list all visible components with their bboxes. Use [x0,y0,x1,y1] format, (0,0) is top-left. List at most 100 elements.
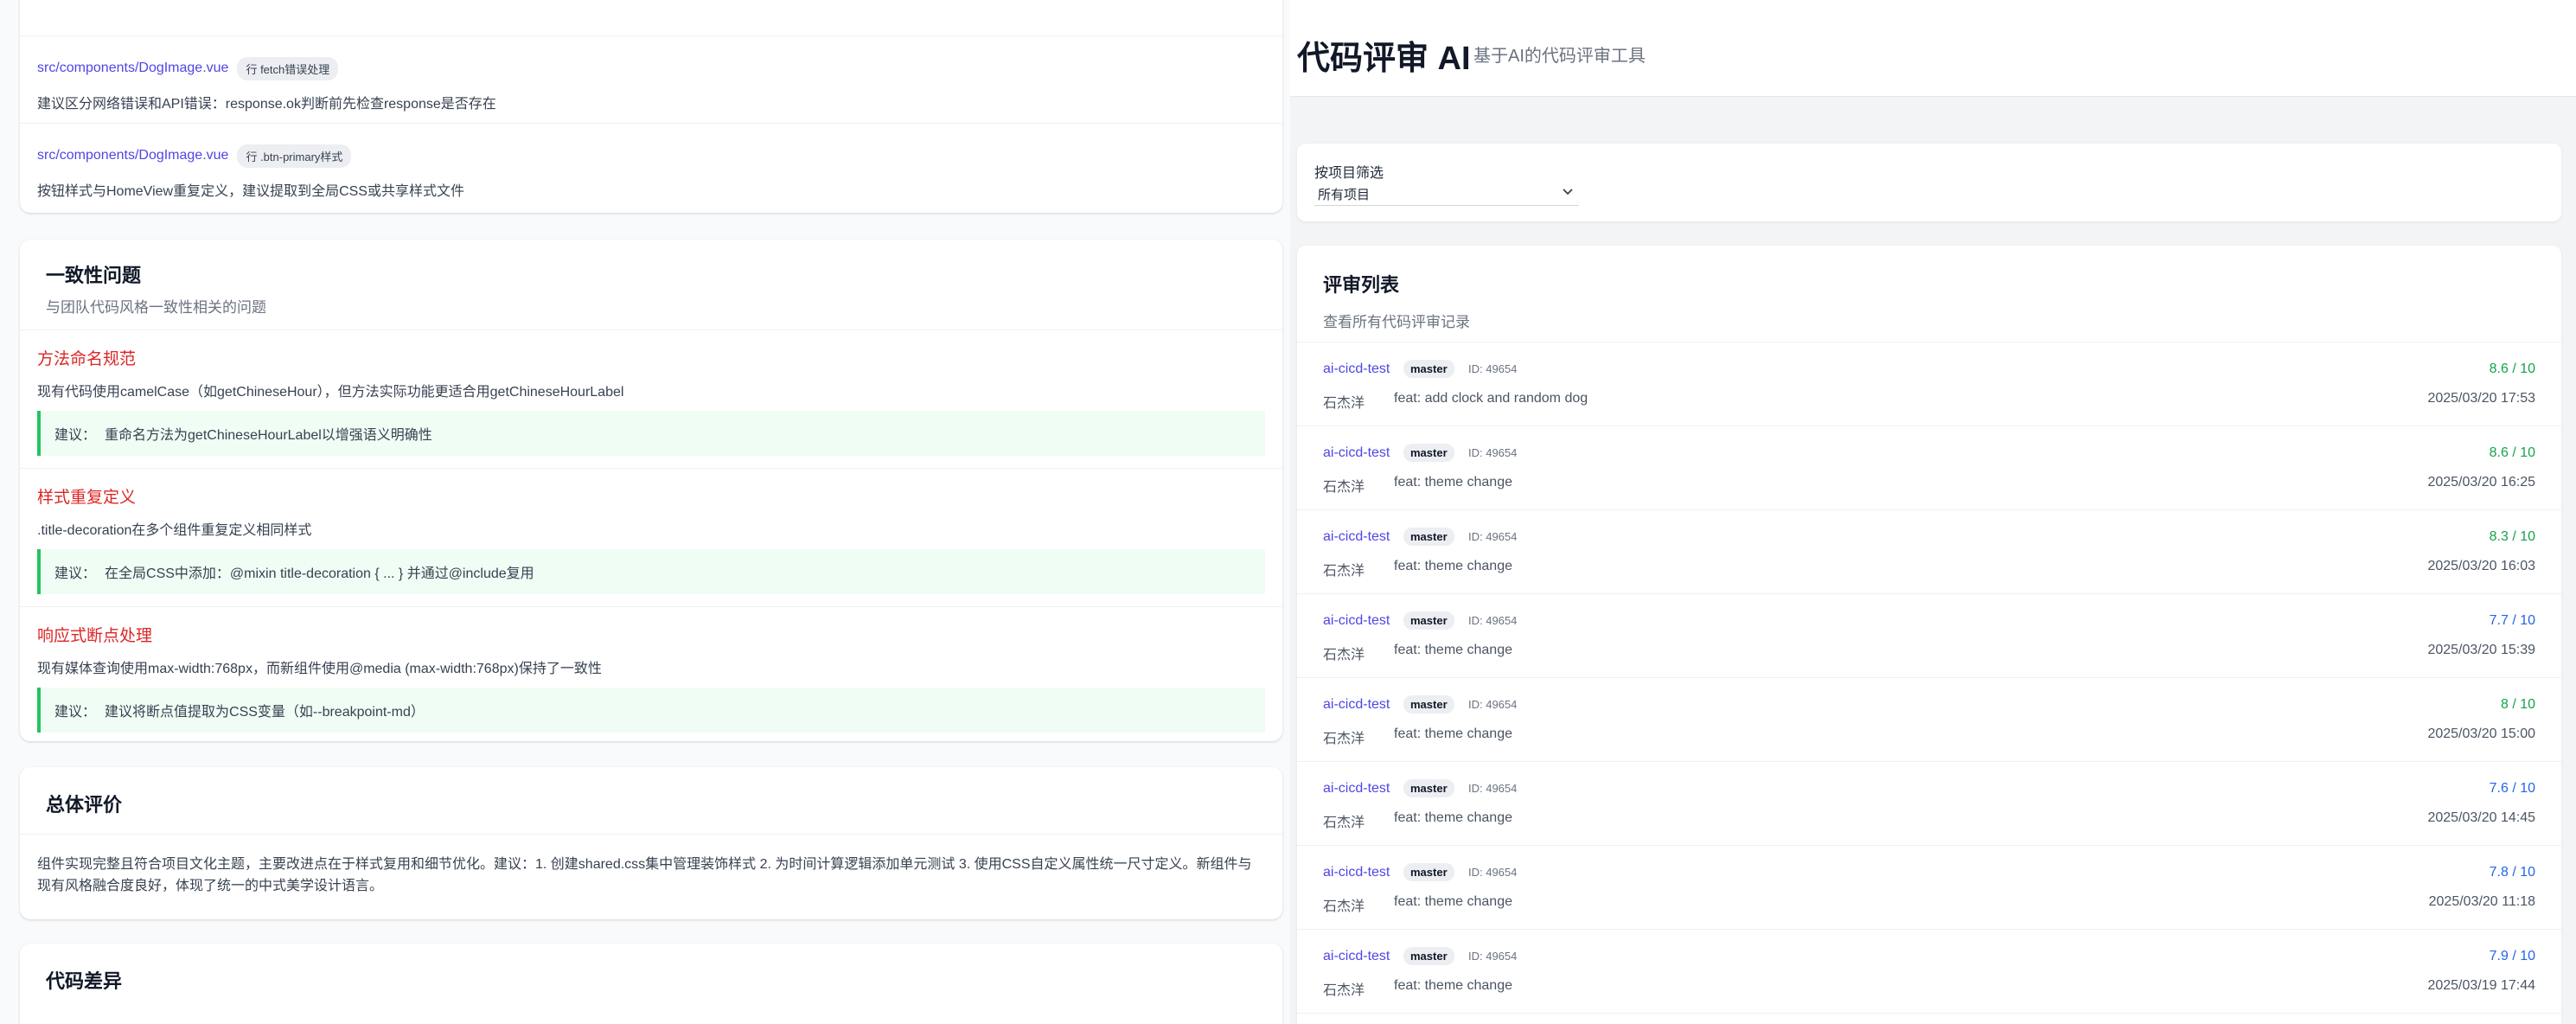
review-project-link[interactable]: ai-cicd-test [1323,949,1390,964]
issue-title: 样式重复定义 [37,489,137,507]
review-id: ID: 49654 [1468,614,1518,627]
review-author: 石杰洋 [1323,983,1365,998]
review-date: 2025/03/20 15:00 [2427,726,2535,741]
review-date: 2025/03/19 17:44 [2427,978,2535,993]
branch-badge: master [1403,947,1454,965]
review-score: 8.6 / 10 [2489,362,2535,376]
review-row[interactable]: ai-cicd-test master ID: 49654 7.9 / 10 石杰洋 fe… [1297,930,2561,1014]
review-project-link[interactable]: ai-cicd-test [1323,529,1390,545]
commit-message: feat: theme change [1394,978,1512,993]
cut-off-issue-row [20,0,1282,36]
review-row[interactable]: ai-cicd-test master ID: 49654 7.7 / 10 石杰洋 fe… [1297,594,2561,678]
chevron-down-icon [1562,185,1574,202]
review-row[interactable]: ai-cicd-test master ID: 49654 7.8 / 10 石杰洋 fe… [1297,846,2561,930]
review-date: 2025/03/20 16:25 [2427,475,2535,490]
consistency-item: 方法命名规范 现有代码使用camelCase（如getChineseHour），… [20,330,1282,469]
review-date: 2025/03/20 14:45 [2427,810,2535,825]
issue-description: 现有代码使用camelCase（如getChineseHour），但方法实际功能… [37,385,624,400]
review-row[interactable]: ai-cicd-test master ID: 49654 8 / 10 石杰洋 feat… [1297,678,2561,762]
filter-selected-value: 所有项目 [1318,188,1371,202]
card-subtitle: 与团队代码风格一致性相关的问题 [46,299,266,316]
card-title: 代码差异 [46,970,123,992]
commit-message: feat: theme change [1394,726,1512,741]
review-date: 2025/03/20 15:39 [2427,643,2535,657]
issue-title: 响应式断点处理 [37,627,153,645]
review-row[interactable]: ai-cicd-test master ID: 49654 8.3 / 10 石杰洋 fe… [1297,510,2561,594]
filter-card: 按项目筛选 所有项目 [1297,144,2561,221]
review-list: ai-cicd-test master ID: 49654 8.6 / 10 石杰洋 fe… [1297,342,2561,1014]
suggestion-box: 建议： 建议将断点值提取为CSS变量（如--breakpoint-md） [37,688,1265,733]
list-title: 评审列表 [1323,274,1400,296]
issue-row: src/components/DogImage.vue 行 .btn-prima… [20,124,1282,213]
review-score: 7.6 / 10 [2489,781,2535,796]
review-project-link[interactable]: ai-cicd-test [1323,865,1390,880]
consistency-item: 响应式断点处理 现有媒体查询使用max-width:768px，而新组件使用@m… [20,607,1282,741]
review-project-link[interactable]: ai-cicd-test [1323,445,1390,461]
review-project-link[interactable]: ai-cicd-test [1323,697,1390,713]
review-app-panel: 代码评审 AI 基于AI的代码评审工具 按项目筛选 所有项目 评审列表 查看所有… [1290,0,2576,1024]
branch-badge: master [1403,444,1454,462]
review-author: 石杰洋 [1323,480,1365,495]
branch-badge: master [1403,611,1454,630]
line-tag: 行 .btn-primary样式 [237,144,352,168]
suggestion-text: 建议将断点值提取为CSS变量（如--breakpoint-md） [105,705,425,720]
consistency-card: 一致性问题 与团队代码风格一致性相关的问题 方法命名规范 现有代码使用camel… [20,240,1282,741]
branch-badge: master [1403,360,1454,378]
branch-badge: master [1403,863,1454,881]
review-row[interactable]: ai-cicd-test master ID: 49654 8.6 / 10 石杰洋 fe… [1297,426,2561,510]
issue-description: 建议区分网络错误和API错误：response.ok判断前先检查response… [37,97,496,112]
review-list-card: 评审列表 查看所有代码评审记录 ai-cicd-test master ID: 49… [1297,246,2561,1024]
diff-card: 代码差异 [20,944,1282,1024]
review-id: ID: 49654 [1468,698,1518,711]
review-id: ID: 49654 [1468,782,1518,795]
app-header: 代码评审 AI 基于AI的代码评审工具 [1290,0,2576,97]
commit-message: feat: theme change [1394,810,1512,825]
issue-row: src/components/DogImage.vue 行 fetch错误处理 … [20,36,1282,124]
review-project-link[interactable]: ai-cicd-test [1323,781,1390,797]
review-date: 2025/03/20 16:03 [2427,559,2535,573]
review-score: 8.6 / 10 [2489,445,2535,460]
review-id: ID: 49654 [1468,446,1518,459]
review-author: 石杰洋 [1323,816,1365,830]
file-link[interactable]: src/components/DogImage.vue [37,61,228,76]
suggestion-label: 建议： [54,566,97,581]
review-date: 2025/03/20 17:53 [2427,391,2535,406]
filter-label: 按项目筛选 [1314,166,1384,181]
branch-badge: master [1403,528,1454,546]
review-id: ID: 49654 [1468,362,1518,375]
issue-description: 现有媒体查询使用max-width:768px，而新组件使用@media (ma… [37,662,602,676]
app-subtitle: 基于AI的代码评审工具 [1473,47,1646,66]
card-title: 一致性问题 [46,265,142,286]
branch-badge: master [1403,695,1454,714]
review-row[interactable]: ai-cicd-test master ID: 49654 7.6 / 10 石杰洋 fe… [1297,762,2561,846]
app-title: 代码评审 AI [1297,41,1471,77]
branch-badge: master [1403,779,1454,797]
issue-title: 方法命名规范 [37,350,137,368]
review-date: 2025/03/20 11:18 [2428,894,2535,909]
review-author: 石杰洋 [1323,396,1365,411]
suggestion-text: 在全局CSS中添加：@mixin title-decoration { ... … [105,566,534,581]
review-author: 石杰洋 [1323,564,1365,579]
review-score: 7.9 / 10 [2489,949,2535,963]
commit-message: feat: add clock and random dog [1394,391,1588,406]
file-link[interactable]: src/components/DogImage.vue [37,148,228,163]
list-subtitle: 查看所有代码评审记录 [1323,314,1470,330]
suggestion-label: 建议： [54,428,97,443]
review-score: 8 / 10 [2500,697,2535,712]
suggestion-box: 建议： 重命名方法为getChineseHourLabel以增强语义明确性 [37,411,1265,456]
project-filter-select[interactable]: 所有项目 [1314,183,1579,206]
review-detail-panel: src/components/DogImage.vue 行 fetch错误处理 … [0,0,1287,1024]
review-project-link[interactable]: ai-cicd-test [1323,362,1390,377]
review-id: ID: 49654 [1468,950,1518,963]
commit-message: feat: theme change [1394,559,1512,573]
review-id: ID: 49654 [1468,530,1518,543]
review-id: ID: 49654 [1468,866,1518,879]
review-author: 石杰洋 [1323,648,1365,662]
review-score: 7.8 / 10 [2489,865,2535,880]
review-author: 石杰洋 [1323,899,1365,914]
review-row[interactable]: ai-cicd-test master ID: 49654 8.6 / 10 石杰洋 fe… [1297,342,2561,426]
line-tag: 行 fetch错误处理 [237,56,339,80]
suggestion-box: 建议： 在全局CSS中添加：@mixin title-decoration { … [37,549,1265,594]
review-score: 7.7 / 10 [2489,613,2535,628]
review-project-link[interactable]: ai-cicd-test [1323,613,1390,629]
